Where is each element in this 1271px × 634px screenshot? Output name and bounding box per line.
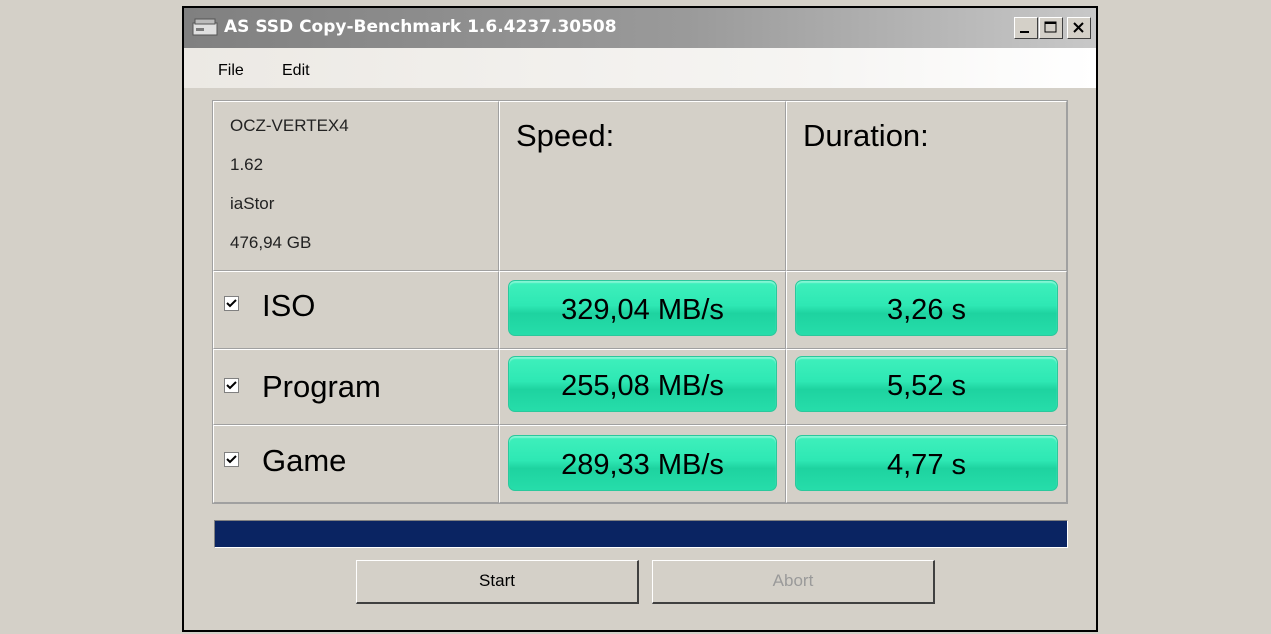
iso-speed-cell: 329,04 MB/s — [499, 271, 786, 349]
test-row-program: Program — [213, 349, 499, 425]
menu-edit[interactable]: Edit — [282, 62, 310, 80]
program-speed-cell: 255,08 MB/s — [499, 349, 786, 425]
maximize-icon — [1044, 21, 1057, 33]
title-bar[interactable]: AS SSD Copy-Benchmark 1.6.4237.30508 — [184, 8, 1096, 48]
checkmark-icon — [226, 455, 237, 464]
abort-button[interactable]: Abort — [652, 560, 935, 604]
duration-header-cell: Duration: — [786, 101, 1067, 271]
progress-bar — [214, 520, 1068, 548]
speed-header-cell: Speed: — [499, 101, 786, 271]
checkmark-icon — [226, 381, 237, 390]
drive-firmware: 1.62 — [230, 155, 264, 174]
window-title: AS SSD Copy-Benchmark 1.6.4237.30508 — [224, 17, 617, 37]
game-duration-result: 4,77 s — [795, 435, 1058, 491]
test-row-game: Game — [213, 425, 499, 503]
game-duration-value: 4,77 s — [887, 449, 966, 481]
game-label: Game — [262, 443, 347, 478]
drive-info-cell: OCZ-VERTEX4 1.62 iaStor 476,94 GB — [213, 101, 499, 271]
iso-duration-cell: 3,26 s — [786, 271, 1067, 349]
game-duration-cell: 4,77 s — [786, 425, 1067, 503]
menu-file[interactable]: File — [218, 62, 244, 80]
iso-speed-value: 329,04 MB/s — [561, 294, 724, 326]
close-button[interactable] — [1067, 17, 1091, 39]
iso-checkbox[interactable] — [224, 296, 239, 311]
game-speed-result: 289,33 MB/s — [508, 435, 777, 491]
game-speed-value: 289,33 MB/s — [561, 449, 724, 481]
iso-label: ISO — [262, 288, 316, 323]
program-duration-cell: 5,52 s — [786, 349, 1067, 425]
drive-model: OCZ-VERTEX4 — [230, 116, 349, 135]
program-label: Program — [262, 369, 381, 404]
results-grid: OCZ-VERTEX4 1.62 iaStor 476,94 GB Speed:… — [212, 100, 1068, 504]
program-checkbox[interactable] — [224, 378, 239, 393]
minimize-icon — [1020, 31, 1029, 33]
test-row-iso: ISO — [213, 271, 499, 349]
iso-duration-result: 3,26 s — [795, 280, 1058, 336]
checkmark-icon — [226, 299, 237, 308]
speed-header: Speed: — [516, 118, 615, 153]
iso-duration-value: 3,26 s — [887, 294, 966, 326]
program-speed-result: 255,08 MB/s — [508, 356, 777, 412]
drive-capacity: 476,94 GB — [230, 233, 312, 252]
benchmark-window: AS SSD Copy-Benchmark 1.6.4237.30508 Fil… — [182, 6, 1098, 632]
start-button[interactable]: Start — [356, 560, 639, 604]
maximize-button[interactable] — [1039, 17, 1063, 39]
close-icon — [1073, 22, 1084, 33]
drive-driver: iaStor — [230, 194, 275, 213]
iso-speed-result: 329,04 MB/s — [508, 280, 777, 336]
game-speed-cell: 289,33 MB/s — [499, 425, 786, 503]
app-drive-icon — [192, 18, 218, 36]
game-checkbox[interactable] — [224, 452, 239, 467]
program-duration-result: 5,52 s — [795, 356, 1058, 412]
duration-header: Duration: — [803, 118, 929, 153]
minimize-button[interactable] — [1014, 17, 1038, 39]
program-duration-value: 5,52 s — [887, 370, 966, 402]
menu-bar: File Edit — [184, 48, 1096, 88]
program-speed-value: 255,08 MB/s — [561, 370, 724, 402]
